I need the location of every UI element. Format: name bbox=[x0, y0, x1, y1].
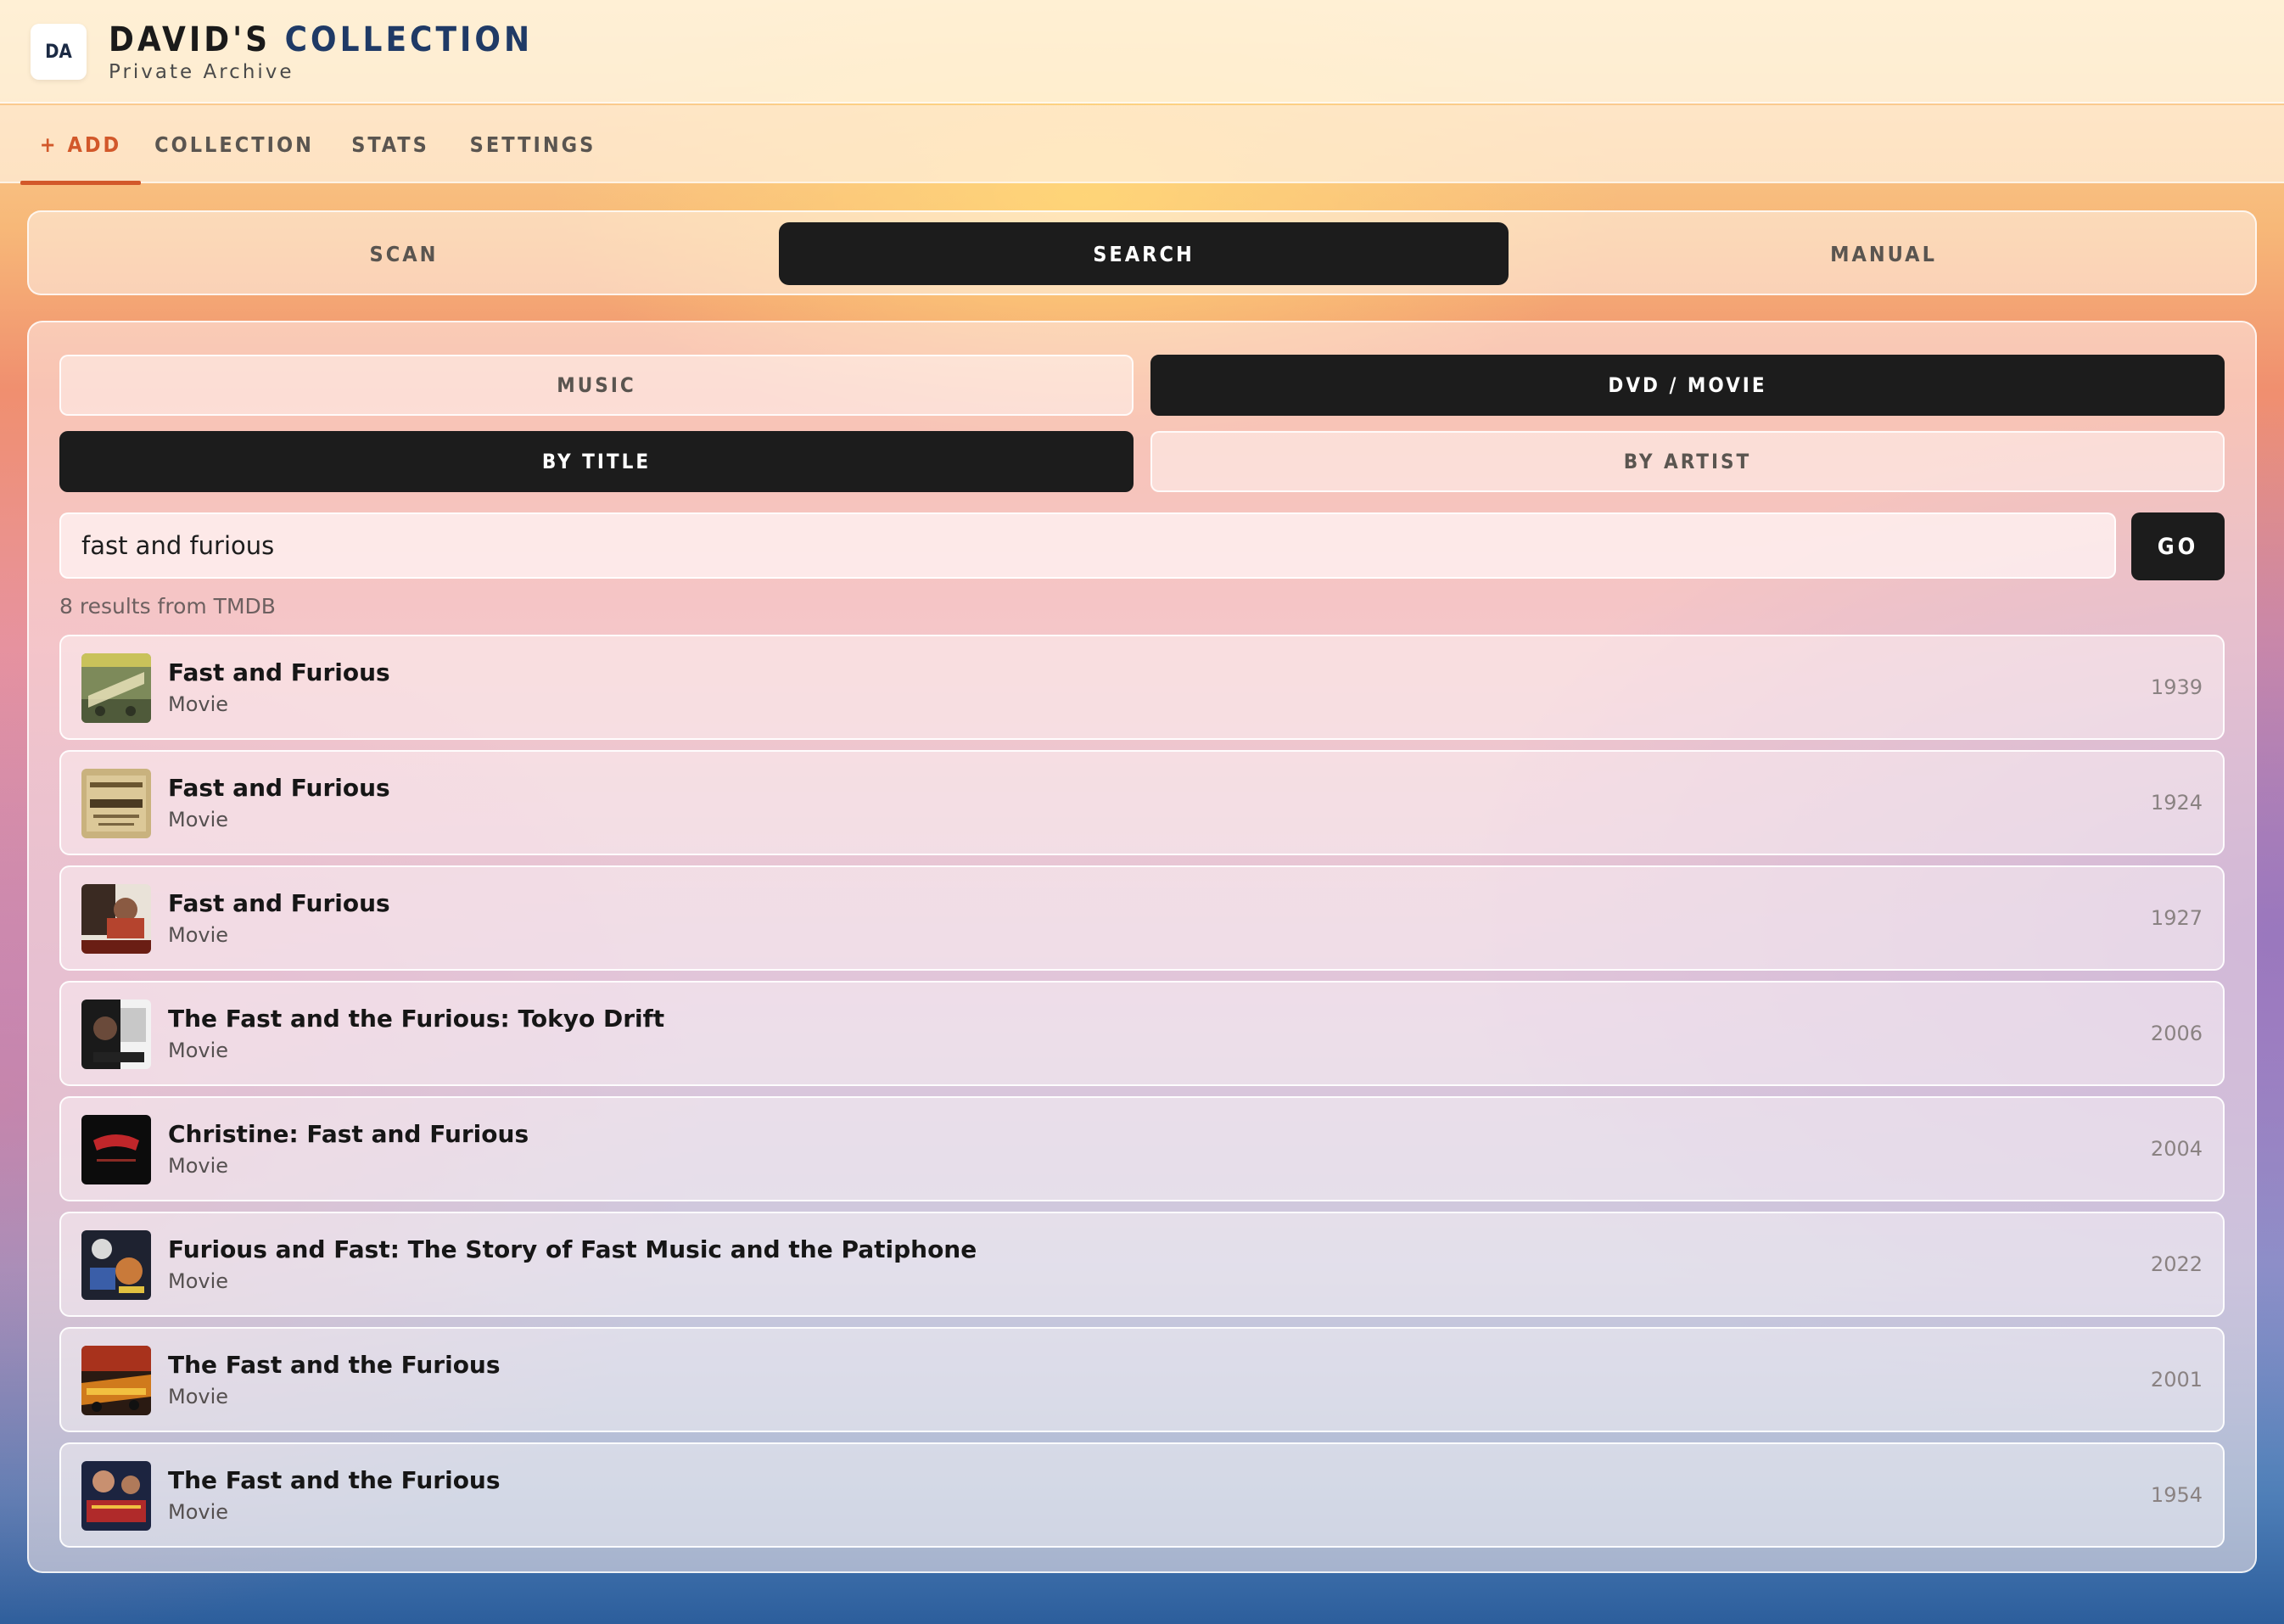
result-year: 2004 bbox=[2150, 1137, 2203, 1161]
app-title-part2: COLLECTION bbox=[284, 20, 534, 59]
movie-poster-icon bbox=[81, 1461, 151, 1531]
result-type: Movie bbox=[168, 1500, 229, 1524]
result-year: 1939 bbox=[2150, 675, 2203, 699]
results-count: 8 results from TMDB bbox=[59, 594, 276, 619]
result-year: 2006 bbox=[2150, 1022, 2203, 1045]
by-title-button[interactable]: BY TITLE bbox=[59, 431, 1134, 492]
app-subtitle: Private Archive bbox=[109, 61, 294, 83]
tab-stats[interactable]: STATS bbox=[343, 105, 438, 183]
result-year: 2001 bbox=[2150, 1368, 2203, 1392]
movie-poster-icon bbox=[81, 1000, 151, 1069]
result-title: The Fast and the Furious: Tokyo Drift bbox=[168, 1005, 665, 1033]
result-row[interactable]: Fast and Furious Movie 1927 bbox=[59, 865, 2225, 971]
result-type: Movie bbox=[168, 1385, 229, 1408]
result-type: Movie bbox=[168, 808, 229, 832]
result-year: 1954 bbox=[2150, 1483, 2203, 1507]
movie-poster-icon bbox=[81, 769, 151, 838]
tab-collection[interactable]: COLLECTION bbox=[153, 105, 316, 183]
result-row[interactable]: The Fast and the Furious Movie 2001 bbox=[59, 1327, 2225, 1432]
result-row[interactable]: The Fast and the Furious: Tokyo Drift Mo… bbox=[59, 981, 2225, 1086]
search-panel: MUSIC DVD / MOVIE BY TITLE BY ARTIST GO … bbox=[27, 321, 2257, 1573]
result-row[interactable]: Furious and Fast: The Story of Fast Musi… bbox=[59, 1212, 2225, 1317]
app-title-part1: DAVID'S bbox=[109, 20, 272, 59]
movie-poster-icon bbox=[81, 1346, 151, 1415]
search-mode-button[interactable]: SEARCH bbox=[779, 222, 1509, 285]
result-year: 1927 bbox=[2150, 906, 2203, 930]
logo-avatar: DA bbox=[31, 24, 87, 80]
result-title: Fast and Furious bbox=[168, 774, 390, 802]
dvd-movie-type-button[interactable]: DVD / MOVIE bbox=[1150, 355, 2225, 416]
app-header: DA DAVID'S COLLECTION Private Archive bbox=[0, 0, 2284, 104]
tab-add[interactable]: + ADD bbox=[20, 105, 141, 185]
result-title: Fast and Furious bbox=[168, 889, 390, 917]
result-title: Furious and Fast: The Story of Fast Musi… bbox=[168, 1235, 977, 1263]
music-type-button[interactable]: MUSIC bbox=[59, 355, 1134, 416]
manual-mode-button[interactable]: MANUAL bbox=[1519, 222, 2248, 285]
movie-poster-icon bbox=[81, 884, 151, 954]
result-title: Fast and Furious bbox=[168, 658, 390, 686]
add-mode-selector: SCAN SEARCH MANUAL bbox=[27, 210, 2257, 295]
result-type: Movie bbox=[168, 1269, 229, 1293]
result-row[interactable]: The Fast and the Furious Movie 1954 bbox=[59, 1442, 2225, 1548]
result-title: The Fast and the Furious bbox=[168, 1466, 501, 1494]
movie-poster-icon bbox=[81, 653, 151, 723]
result-type: Movie bbox=[168, 1154, 229, 1178]
result-year: 2022 bbox=[2150, 1252, 2203, 1276]
result-row[interactable]: Fast and Furious Movie 1939 bbox=[59, 635, 2225, 740]
scan-mode-button[interactable]: SCAN bbox=[39, 222, 769, 285]
go-button[interactable]: GO bbox=[2131, 512, 2225, 580]
result-title: The Fast and the Furious bbox=[168, 1351, 501, 1379]
result-title: Christine: Fast and Furious bbox=[168, 1120, 529, 1148]
result-year: 1924 bbox=[2150, 791, 2203, 815]
result-type: Movie bbox=[168, 1039, 229, 1062]
result-type: Movie bbox=[168, 923, 229, 947]
result-row[interactable]: Christine: Fast and Furious Movie 2004 bbox=[59, 1096, 2225, 1201]
tab-settings[interactable]: SETTINGS bbox=[465, 105, 601, 183]
search-input[interactable] bbox=[59, 512, 2116, 579]
result-row[interactable]: Fast and Furious Movie 1924 bbox=[59, 750, 2225, 855]
main-nav: + ADD COLLECTION STATS SETTINGS bbox=[0, 105, 2284, 185]
result-type: Movie bbox=[168, 692, 229, 716]
movie-poster-icon bbox=[81, 1230, 151, 1300]
by-artist-button[interactable]: BY ARTIST bbox=[1150, 431, 2225, 492]
app-title: DAVID'S COLLECTION bbox=[109, 20, 533, 59]
movie-poster-icon bbox=[81, 1115, 151, 1184]
